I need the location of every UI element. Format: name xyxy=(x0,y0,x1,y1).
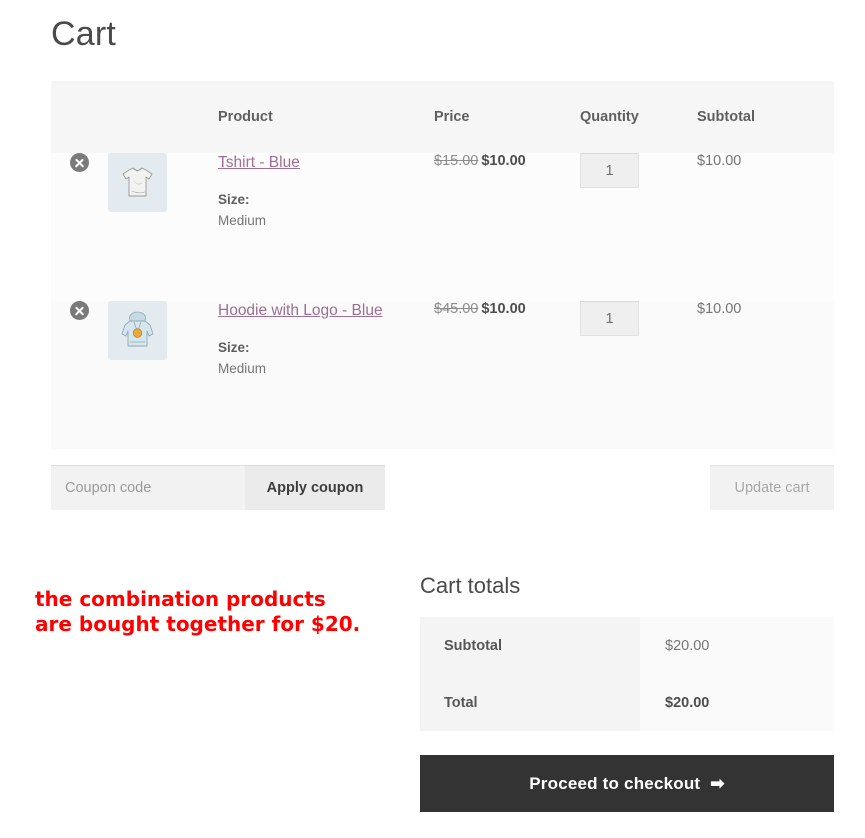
variation-value: Medium xyxy=(218,361,267,376)
product-cell: Hoodie with Logo - Blue Size: Medium xyxy=(218,301,434,449)
table-row: Hoodie with Logo - Blue Size: Medium $45… xyxy=(51,301,834,449)
product-link[interactable]: Hoodie with Logo - Blue xyxy=(218,301,383,321)
remove-circle-x-icon[interactable] xyxy=(70,153,89,172)
header-price: Price xyxy=(434,81,580,153)
product-link[interactable]: Tshirt - Blue xyxy=(218,153,300,173)
page-title: Cart xyxy=(51,15,117,53)
coupon-input[interactable] xyxy=(51,465,245,510)
variation-label: Size: xyxy=(218,192,250,207)
totals-row-subtotal: Subtotal $20.00 xyxy=(420,617,834,674)
header-quantity: Quantity xyxy=(580,81,697,153)
quantity-input[interactable] xyxy=(580,301,639,336)
product-cell: Tshirt - Blue Size: Medium xyxy=(218,153,434,301)
header-remove xyxy=(51,81,108,153)
quantity-input[interactable] xyxy=(580,153,639,188)
apply-coupon-button[interactable]: Apply coupon xyxy=(245,465,385,510)
subtotal-cell: $10.00 xyxy=(697,301,742,317)
tshirt-thumbnail[interactable] xyxy=(108,153,167,212)
quantity-cell xyxy=(580,153,697,301)
cart-actions: Apply coupon Update cart xyxy=(51,465,834,510)
totals-label-subtotal: Subtotal xyxy=(420,617,640,674)
remove-cell xyxy=(51,301,108,449)
cart-totals-title: Cart totals xyxy=(420,573,521,598)
annotation-text: the combination products are bought toge… xyxy=(35,587,361,636)
price-cell: $45.00 $10.00 xyxy=(434,301,580,449)
product-variation: Size: Medium xyxy=(218,337,434,379)
remove-circle-x-icon[interactable] xyxy=(70,301,89,320)
remove-cell xyxy=(51,153,108,301)
price-original: $15.00 xyxy=(434,153,479,169)
header-row: Product Price Quantity Subtotal xyxy=(51,81,834,153)
totals-value-subtotal: $20.00 xyxy=(640,617,834,674)
update-cart-button[interactable]: Update cart xyxy=(710,465,834,510)
header-subtotal: Subtotal xyxy=(697,81,834,153)
cart-totals-table: Subtotal $20.00 Total $20.00 xyxy=(420,617,834,731)
proceed-to-checkout-button[interactable]: Proceed to checkout ➡ xyxy=(420,755,834,812)
thumbnail-cell xyxy=(108,301,218,449)
quantity-cell xyxy=(580,301,697,449)
subtotal-cell: $10.00 xyxy=(697,153,742,169)
price-current: $10.00 xyxy=(481,153,526,169)
variation-value: Medium xyxy=(218,213,267,228)
hoodie-thumbnail[interactable] xyxy=(108,301,167,360)
header-thumbnail xyxy=(108,81,218,153)
price-cell: $15.00 $10.00 xyxy=(434,153,580,301)
cart-table-header: Product Price Quantity Subtotal xyxy=(51,81,834,153)
thumbnail-cell xyxy=(108,153,218,301)
price-current: $10.00 xyxy=(481,301,526,317)
table-row: Tshirt - Blue Size: Medium $15.00 $10.00 … xyxy=(51,153,834,301)
arrow-right-icon: ➡ xyxy=(710,773,725,793)
variation-label: Size: xyxy=(218,340,250,355)
totals-value-total: $20.00 xyxy=(640,674,834,731)
cart-table: Product Price Quantity Subtotal Tshirt -… xyxy=(51,81,834,449)
product-variation: Size: Medium xyxy=(218,189,434,231)
checkout-label: Proceed to checkout xyxy=(529,773,701,793)
totals-row-total: Total $20.00 xyxy=(420,674,834,731)
cart-table-body: Tshirt - Blue Size: Medium $15.00 $10.00 … xyxy=(51,153,834,449)
price-original: $45.00 xyxy=(434,301,479,317)
header-product: Product xyxy=(218,81,434,153)
totals-label-total: Total xyxy=(420,674,640,731)
